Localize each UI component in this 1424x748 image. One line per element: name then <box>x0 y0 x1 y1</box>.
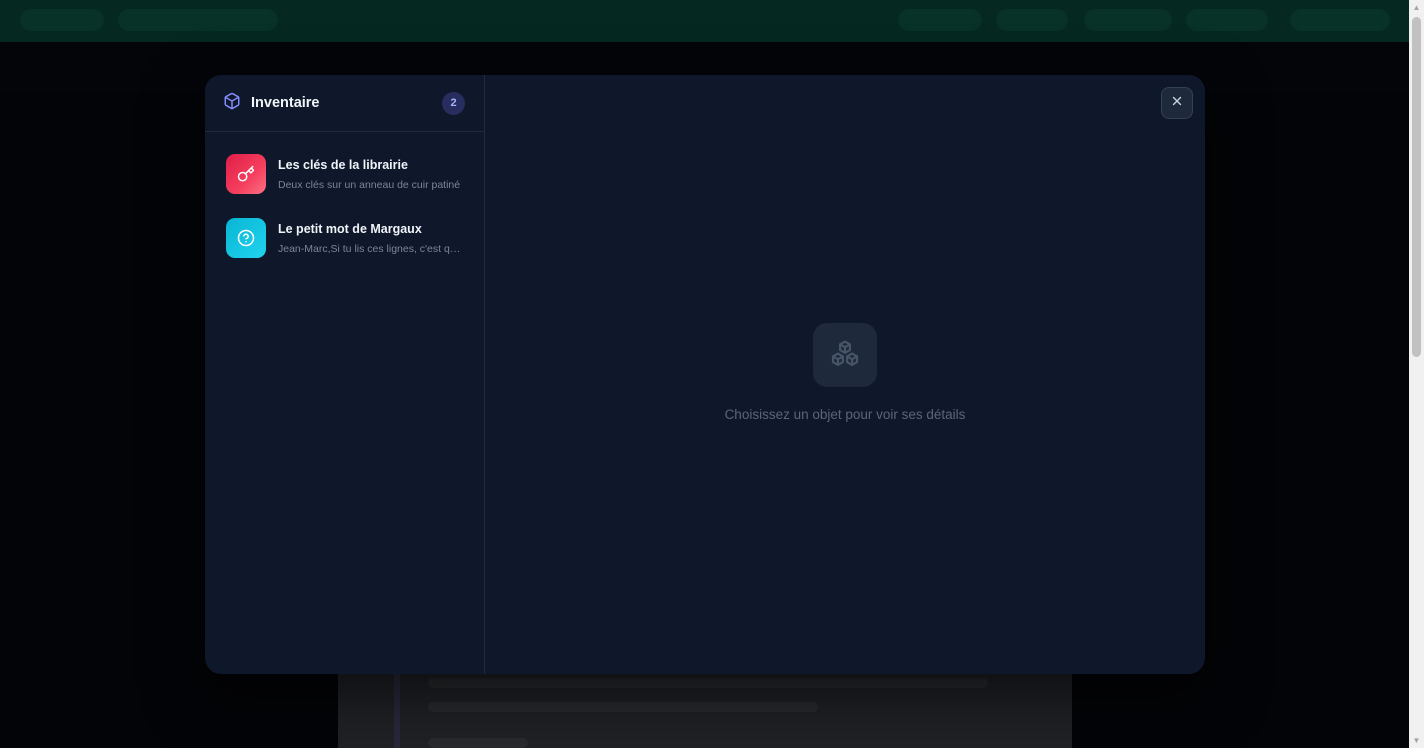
inventory-item-note[interactable]: Le petit mot de Margaux Jean-Marc,Si tu … <box>213 208 476 268</box>
item-count-badge: 2 <box>442 91 465 115</box>
inventory-item-description: Jean-Marc,Si tu lis ces lignes, c'est qu… <box>278 242 462 255</box>
inventory-item-text: Le petit mot de Margaux Jean-Marc,Si tu … <box>278 222 462 255</box>
close-icon <box>1170 94 1184 113</box>
inventory-modal: Inventaire 2 Les clés de la librairie De… <box>205 75 1205 674</box>
empty-state-text: Choisissez un objet pour voir ses détail… <box>724 407 966 422</box>
scrollbar-thumb[interactable] <box>1412 17 1421 357</box>
inventory-item-title: Les clés de la librairie <box>278 157 408 172</box>
inventory-header: Inventaire 2 <box>205 75 484 132</box>
inventory-item-description: Deux clés sur un anneau de cuir patiné <box>278 178 461 191</box>
cubes-icon <box>813 323 877 387</box>
inventory-item-keys[interactable]: Les clés de la librairie Deux clés sur u… <box>213 144 476 204</box>
inventory-item-text: Les clés de la librairie Deux clés sur u… <box>278 158 462 191</box>
inventory-item-list: Les clés de la librairie Deux clés sur u… <box>205 132 484 284</box>
close-button[interactable] <box>1161 87 1193 119</box>
question-circle-icon <box>226 218 266 258</box>
scroll-up-arrow-icon[interactable]: ▲ <box>1409 0 1424 15</box>
inventory-title: Inventaire <box>251 95 320 111</box>
inventory-sidebar: Inventaire 2 Les clés de la librairie De… <box>205 75 485 674</box>
item-detail-panel: Choisissez un objet pour voir ses détail… <box>485 75 1205 674</box>
page-scrollbar[interactable]: ▲ ▼ <box>1409 0 1424 748</box>
scroll-down-arrow-icon[interactable]: ▼ <box>1409 733 1424 748</box>
key-icon <box>226 154 266 194</box>
empty-state: Choisissez un objet pour voir ses détail… <box>485 323 1205 422</box>
inventory-item-title: Le petit mot de Margaux <box>278 221 422 236</box>
cube-icon <box>223 92 241 115</box>
